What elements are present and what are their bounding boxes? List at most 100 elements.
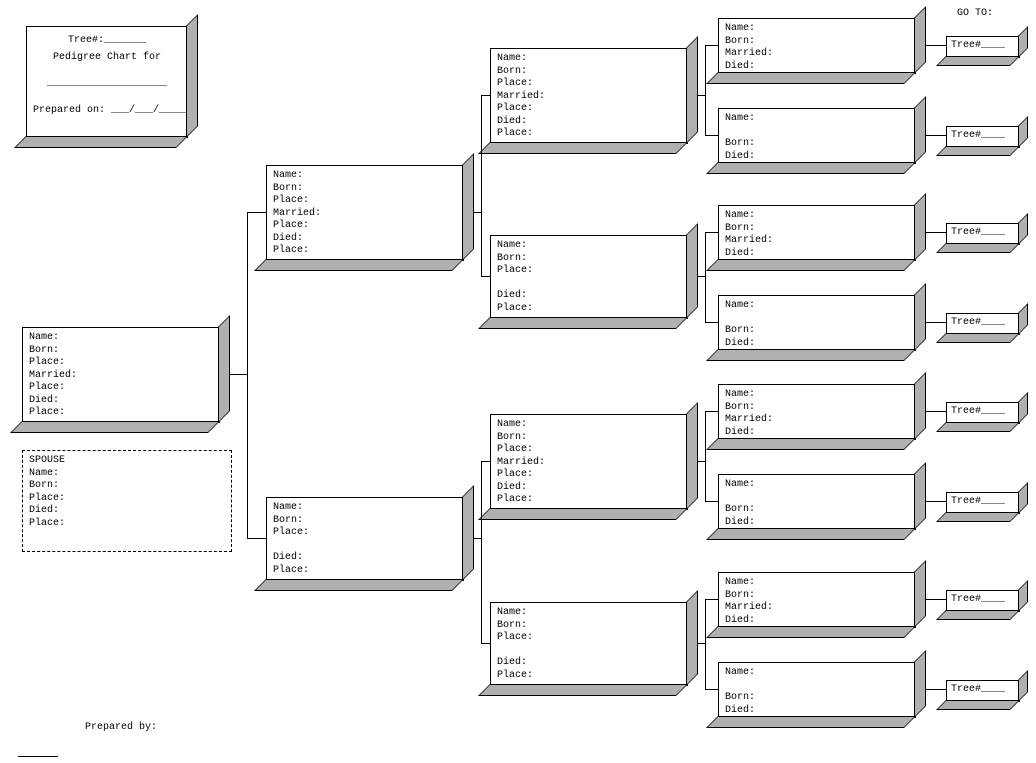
field-born: Born: (497, 66, 681, 79)
field-born: Born: (725, 692, 909, 705)
field-name: Name: (725, 667, 909, 680)
spouse-box: SPOUSE Name: Born: Place: Died: Place: (22, 450, 232, 552)
field-blank (273, 540, 457, 553)
field-name: Name: (273, 502, 457, 515)
field-born: Born: (273, 515, 457, 528)
person-gf-paternal: Name: Born: Place: Married: Place: Died:… (490, 48, 688, 144)
field-died: Died: (273, 233, 457, 246)
field-place: Place: (273, 565, 457, 578)
field-died: Died: (725, 427, 909, 440)
field-name: Name: (273, 170, 457, 183)
field-place: Place: (29, 518, 225, 531)
field-died: Died: (725, 248, 909, 261)
field-died: Died: (725, 615, 909, 628)
field-name: Name: (725, 210, 909, 223)
field-name: Name: (725, 389, 909, 402)
field-name: Name: (725, 113, 909, 126)
person-father: Name: Born: Place: Married: Place: Died:… (266, 165, 464, 261)
field-place: Place: (497, 128, 681, 141)
field-died: Died: (273, 552, 457, 565)
field-born: Born: (29, 345, 213, 358)
prepared-on: Prepared on: ___/___/_____ (33, 105, 181, 118)
header-box: Tree#:_______ Pedigree Chart for _______… (26, 26, 188, 138)
treeref-6: Tree#____ (946, 492, 1020, 514)
person-gf-maternal: Name: Born: Place: Married: Place: Died:… (490, 414, 688, 510)
field-born: Born: (273, 183, 457, 196)
field-died: Died: (497, 290, 681, 303)
field-name: Name: (725, 23, 909, 36)
field-place: Place: (273, 245, 457, 258)
field-married: Married: (725, 48, 909, 61)
field-place: Place: (497, 494, 681, 507)
field-place: Place: (29, 382, 213, 395)
field-place: Place: (273, 220, 457, 233)
field-born: Born: (497, 253, 681, 266)
field-name: Name: (497, 240, 681, 253)
person-mother: Name: Born: Place: Died: Place: (266, 497, 464, 581)
field-blank (725, 313, 909, 326)
field-place: Place: (273, 195, 457, 208)
field-place: Place: (497, 303, 681, 316)
field-married: Married: (725, 602, 909, 615)
field-born: Born: (725, 36, 909, 49)
field-blank (497, 278, 681, 291)
prepared-by-line (18, 756, 58, 757)
treeref-4: Tree#____ (946, 313, 1020, 335)
pedigree-title: Pedigree Chart for (33, 52, 181, 65)
field-place: Place: (29, 407, 213, 420)
field-born: Born: (29, 480, 225, 493)
person-ggp-2: Name: Born: Died: (718, 108, 916, 164)
treeref-3: Tree#____ (946, 223, 1020, 245)
person-ggp-3: Name: Born: Married: Died: (718, 205, 916, 261)
field-died: Died: (725, 517, 909, 530)
field-blank (497, 645, 681, 658)
person-self: Name: Born: Place: Married: Place: Died:… (22, 327, 220, 423)
field-died: Died: (497, 657, 681, 670)
field-blank (725, 680, 909, 693)
field-name: Name: (725, 479, 909, 492)
field-died: Died: (725, 151, 909, 164)
field-born: Born: (725, 504, 909, 517)
field-place: Place: (29, 357, 213, 370)
treeref-8: Tree#____ (946, 680, 1020, 702)
field-place: Place: (497, 469, 681, 482)
goto-label: GO TO: (957, 8, 993, 19)
field-place: Place: (497, 632, 681, 645)
field-married: Married: (725, 235, 909, 248)
field-died: Died: (497, 482, 681, 495)
treeref-7: Tree#____ (946, 590, 1020, 612)
person-gm-paternal: Name: Born: Place: Died: Place: (490, 235, 688, 319)
person-ggp-1: Name: Born: Married: Died: (718, 18, 916, 74)
field-married: Married: (497, 457, 681, 470)
field-born: Born: (497, 432, 681, 445)
person-ggp-7: Name: Born: Married: Died: (718, 572, 916, 628)
field-married: Married: (29, 370, 213, 383)
field-born: Born: (725, 402, 909, 415)
person-ggp-5: Name: Born: Married: Died: (718, 384, 916, 440)
field-married: Married: (497, 91, 681, 104)
field-blank (725, 492, 909, 505)
field-place: Place: (273, 527, 457, 540)
field-place: Place: (497, 444, 681, 457)
field-place: Place: (497, 78, 681, 91)
field-died: Died: (497, 116, 681, 129)
treeref-1: Tree#____ (946, 36, 1020, 58)
field-name: Name: (497, 53, 681, 66)
field-born: Born: (725, 138, 909, 151)
person-ggp-6: Name: Born: Died: (718, 474, 916, 530)
field-place: Place: (497, 265, 681, 278)
spouse-title: SPOUSE (29, 455, 225, 468)
field-died: Died: (725, 61, 909, 74)
field-name: Name: (29, 468, 225, 481)
person-ggp-8: Name: Born: Died: (718, 662, 916, 718)
field-died: Died: (29, 505, 225, 518)
field-died: Died: (725, 338, 909, 351)
field-name: Name: (29, 332, 213, 345)
field-died: Died: (725, 705, 909, 718)
name-blank: ____________________ (33, 78, 181, 91)
field-name: Name: (725, 300, 909, 313)
field-married: Married: (273, 208, 457, 221)
field-married: Married: (725, 414, 909, 427)
person-ggp-4: Name: Born: Died: (718, 295, 916, 351)
treeref-5: Tree#____ (946, 402, 1020, 424)
